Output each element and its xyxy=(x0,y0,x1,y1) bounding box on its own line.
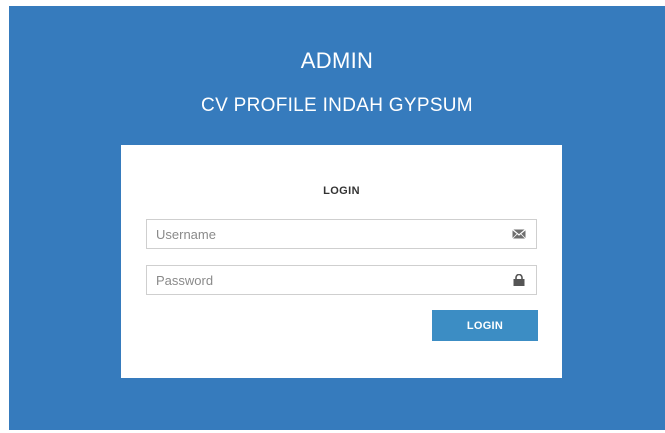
password-input[interactable] xyxy=(147,266,496,294)
login-button[interactable]: LOGIN xyxy=(432,310,538,341)
password-field[interactable] xyxy=(146,265,537,295)
username-input[interactable] xyxy=(147,220,496,248)
page-subtitle: CV PROFILE INDAH GYPSUM xyxy=(201,95,473,116)
envelope-icon xyxy=(512,229,526,239)
login-heading: LOGIN xyxy=(323,185,360,197)
username-field[interactable] xyxy=(146,219,537,249)
login-page-background: ADMIN CV PROFILE INDAH GYPSUM LOGIN LOGI… xyxy=(9,6,665,430)
lock-icon xyxy=(513,274,525,286)
login-card: LOGIN LOGIN xyxy=(121,145,562,378)
page-title: ADMIN xyxy=(300,48,374,73)
